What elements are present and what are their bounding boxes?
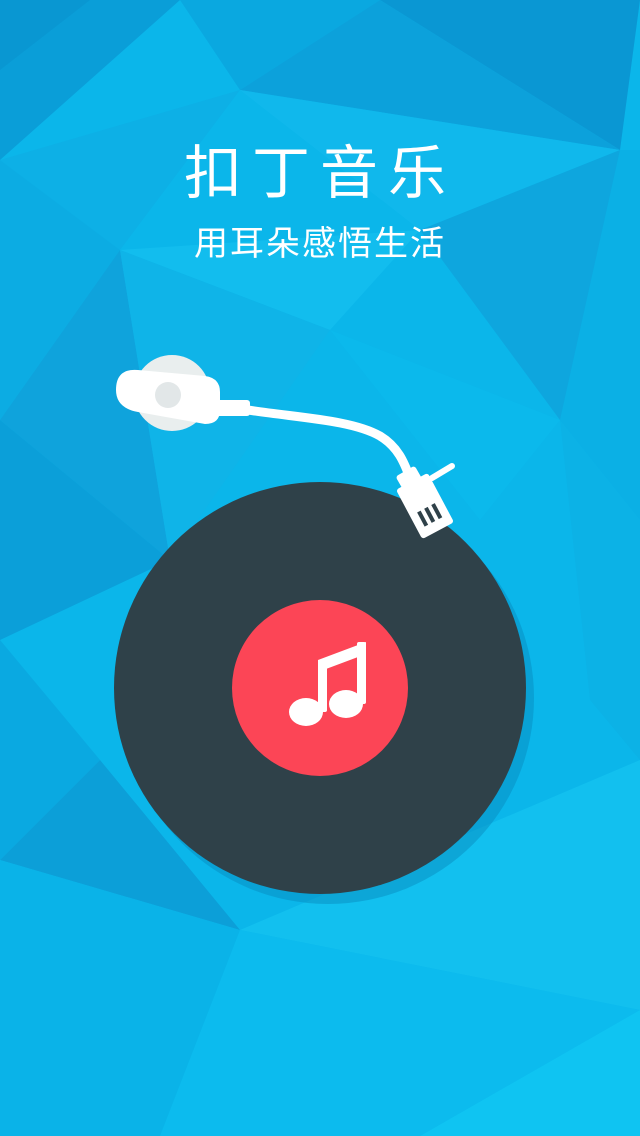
splash-screen: 扣丁音乐 用耳朵感悟生活 [0, 0, 640, 1136]
turntable-illustration [114, 355, 534, 904]
app-title: 扣丁音乐 [183, 139, 456, 207]
app-slogan: 用耳朵感悟生活 [194, 224, 446, 264]
